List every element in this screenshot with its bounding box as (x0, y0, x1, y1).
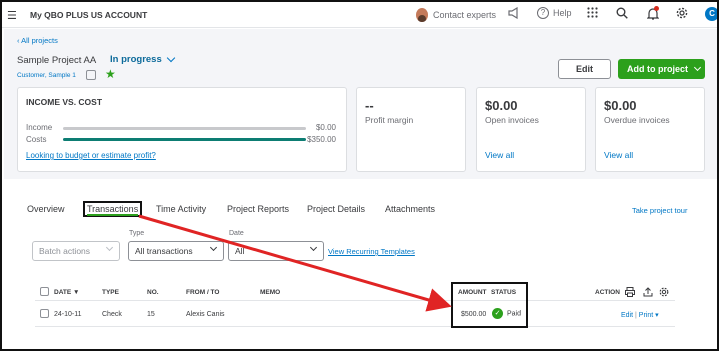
chevron-down-icon (166, 53, 175, 63)
card-title: INCOME VS. COST (26, 97, 103, 107)
column-header-no[interactable]: NO. (147, 289, 159, 296)
costs-label: Costs (26, 135, 47, 144)
type-filter-label: Type (129, 230, 145, 237)
overdue-invoices-label: Overdue invoices (604, 115, 670, 125)
row-no: 15 (147, 311, 155, 318)
costs-value: $350.00 (307, 135, 336, 144)
apps-grid-icon[interactable] (587, 7, 598, 21)
row-actions: Edit | Print ▾ (621, 312, 659, 319)
open-invoices-view-all-link[interactable]: View all (485, 150, 514, 160)
budget-estimate-link[interactable]: Looking to budget or estimate profit? (26, 151, 156, 160)
income-label: Income (26, 123, 53, 132)
add-to-project-label: Add to project (627, 64, 688, 74)
column-header-from-to[interactable]: FROM / TO (186, 289, 219, 296)
profit-margin-value: -- (365, 98, 374, 113)
notes-icon[interactable] (86, 70, 96, 80)
view-recurring-templates-link[interactable]: View Recurring Templates (328, 247, 415, 256)
header-divider (35, 300, 675, 301)
overdue-invoices-view-all-link[interactable]: View all (604, 150, 633, 160)
all-projects-label: All projects (21, 36, 58, 45)
batch-actions-label: Batch actions (39, 246, 91, 256)
select-all-checkbox[interactable] (40, 287, 49, 296)
project-name: Sample Project AA (17, 55, 97, 66)
chevron-down-icon (105, 243, 114, 252)
row-edit-link[interactable]: Edit (621, 312, 633, 319)
help-button[interactable]: ? Help (537, 7, 572, 19)
sort-down-icon: ▼ (73, 289, 80, 296)
project-status-label: In progress (110, 54, 162, 65)
export-icon[interactable] (643, 287, 653, 299)
expert-avatar (416, 8, 428, 22)
gear-icon[interactable] (676, 7, 688, 22)
menu-icon[interactable]: ☰ (7, 9, 17, 22)
income-vs-cost-card: INCOME VS. COST Income $0.00 Costs $350.… (17, 87, 347, 172)
costs-bar (63, 138, 306, 141)
batch-actions-dropdown[interactable]: Batch actions (32, 241, 120, 261)
column-header-memo[interactable]: MEMO (260, 289, 280, 296)
type-filter-value: All transactions (135, 246, 193, 256)
help-icon: ? (537, 7, 549, 19)
notification-badge (654, 6, 659, 11)
column-header-date[interactable]: DATE ▼ (54, 289, 79, 296)
profit-margin-card: -- Profit margin (356, 87, 466, 172)
row-from-to: Alexis Canis (186, 311, 225, 318)
tab-project-details[interactable]: Project Details (307, 204, 365, 214)
row-checkbox[interactable] (40, 309, 49, 318)
overdue-invoices-value: $0.00 (604, 98, 637, 113)
edit-button[interactable]: Edit (558, 59, 611, 79)
tab-overview[interactable]: Overview (27, 204, 65, 214)
print-icon[interactable] (625, 287, 635, 299)
income-value: $0.00 (315, 123, 336, 132)
megaphone-icon[interactable] (508, 6, 520, 22)
settings-gear-icon[interactable] (659, 287, 669, 299)
tab-project-reports[interactable]: Project Reports (227, 204, 289, 214)
tab-attachments[interactable]: Attachments (385, 204, 435, 214)
column-header-action: ACTION (595, 289, 620, 296)
row-divider (35, 326, 675, 327)
help-label: Help (553, 8, 572, 18)
contact-experts-link[interactable]: Contact experts (416, 7, 496, 23)
project-status-dropdown[interactable]: In progress (110, 53, 175, 65)
profit-margin-label: Profit margin (365, 115, 414, 125)
open-invoices-value: $0.00 (485, 98, 518, 113)
chevron-down-icon (693, 63, 702, 72)
star-icon[interactable]: ★ (105, 67, 116, 81)
app-window: ☰ My QBO PLUS US ACCOUNT Contact experts… (0, 0, 719, 351)
tab-transactions-label: Transactions (87, 204, 139, 216)
amount-status-highlight-box (451, 282, 528, 328)
chevron-down-icon (309, 243, 318, 252)
row-date: 24-10-11 (54, 311, 82, 318)
contact-experts-label: Contact experts (433, 10, 497, 20)
date-filter-select[interactable]: All (228, 241, 324, 261)
customer-link[interactable]: Customer, Sample 1 (17, 72, 76, 79)
date-filter-label: Date (229, 230, 244, 237)
row-type: Check (102, 311, 122, 318)
take-project-tour-link[interactable]: Take project tour (632, 206, 687, 215)
date-filter-value: All (235, 246, 245, 256)
top-navigation-bar: ☰ My QBO PLUS US ACCOUNT Contact experts… (2, 2, 717, 28)
open-invoices-card: $0.00 Open invoices View all (476, 87, 586, 172)
column-header-type[interactable]: TYPE (102, 289, 119, 296)
overdue-invoices-card: $0.00 Overdue invoices View all (595, 87, 705, 172)
company-name[interactable]: My QBO PLUS US ACCOUNT (30, 10, 147, 20)
user-avatar[interactable]: C (705, 7, 717, 21)
row-action-dropdown-icon[interactable]: ▾ (655, 312, 659, 319)
row-print-link[interactable]: Print (639, 312, 653, 319)
add-to-project-button[interactable]: Add to project (618, 59, 705, 79)
income-bar (63, 127, 306, 130)
search-icon[interactable] (616, 7, 628, 22)
open-invoices-label: Open invoices (485, 115, 539, 125)
date-header-label: DATE (54, 289, 72, 296)
tab-transactions[interactable]: Transactions (83, 201, 143, 217)
all-projects-link[interactable]: ‹ All projects (17, 36, 58, 45)
chevron-down-icon (209, 243, 218, 252)
tab-time-activity[interactable]: Time Activity (156, 204, 206, 214)
type-filter-select[interactable]: All transactions (128, 241, 224, 261)
